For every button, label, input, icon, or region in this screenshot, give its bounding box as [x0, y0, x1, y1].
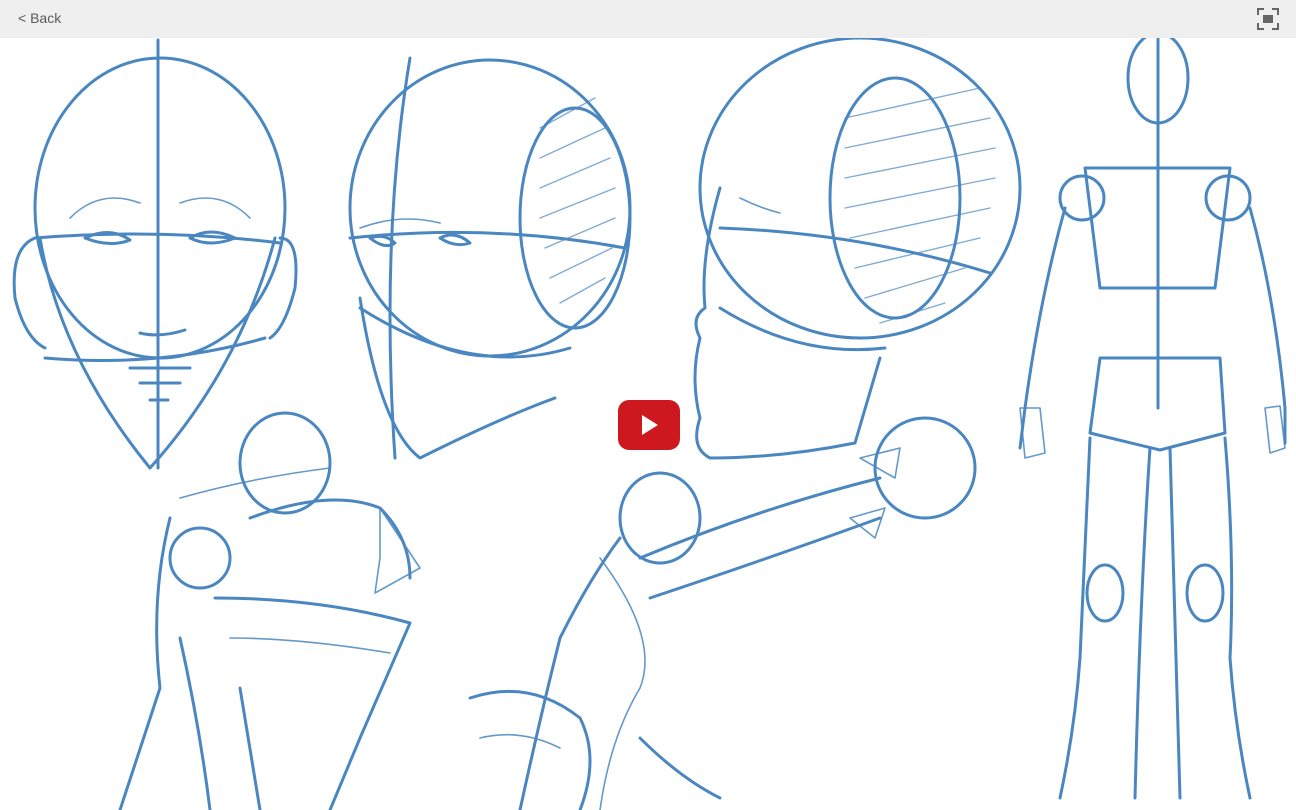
fullscreen-button[interactable] — [1256, 7, 1280, 31]
fullscreen-icon — [1257, 8, 1279, 30]
standing-figure-sketch — [1018, 38, 1287, 800]
video-player[interactable] — [0, 38, 1296, 810]
front-head-sketch — [12, 38, 298, 470]
three-quarter-head-sketch — [348, 56, 632, 460]
profile-head-sketch — [693, 38, 1022, 460]
reaching-figure-sketch — [468, 416, 977, 810]
crouching-figure-sketch — [118, 411, 421, 810]
top-bar: < Back — [0, 0, 1296, 38]
youtube-play-icon — [618, 400, 680, 450]
back-button[interactable]: < Back — [18, 10, 61, 26]
back-label: < Back — [18, 10, 62, 26]
play-button[interactable] — [618, 400, 680, 450]
